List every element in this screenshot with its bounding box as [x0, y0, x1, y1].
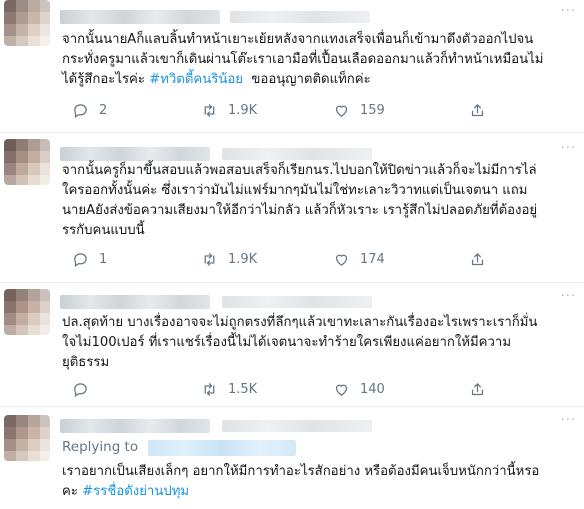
retweet-button[interactable]: 1.9K — [201, 249, 257, 269]
like-count: 174 — [360, 251, 385, 267]
heart-icon — [335, 105, 348, 117]
replying-to-handle-redacted[interactable] — [148, 440, 296, 456]
tweet-actions: 1 1.9K 174 — [60, 249, 560, 269]
reply-button[interactable]: 2 — [72, 100, 107, 120]
tweet[interactable]: ··· จากนั้นครูก็มาขึ้นสอบแล้วพอสอบเสร็จก… — [0, 133, 584, 283]
avatar[interactable] — [4, 289, 50, 335]
reply-count: 1 — [99, 251, 108, 267]
share-icon — [471, 252, 484, 265]
replying-to-label: Replying to — [62, 439, 139, 455]
author-name-redacted[interactable] — [60, 419, 210, 433]
like-count: 159 — [360, 102, 385, 118]
author-handle-redacted — [230, 11, 370, 23]
like-button[interactable]: 159 — [333, 100, 385, 120]
retweet-button[interactable]: 1.5K — [201, 379, 257, 399]
retweet-button[interactable]: 1.9K — [201, 100, 257, 120]
share-icon — [471, 103, 484, 116]
reply-button[interactable] — [72, 379, 99, 399]
avatar[interactable] — [4, 0, 50, 46]
author-handle-redacted — [222, 296, 372, 308]
reply-icon — [74, 103, 87, 118]
reply-icon — [74, 252, 87, 267]
tweet-text: เราอยากเป็นเสียงเล็กๆ อยากให้มีการทำอะไร… — [62, 462, 578, 502]
heart-icon — [335, 384, 348, 396]
avatar[interactable] — [4, 415, 50, 461]
share-icon — [471, 382, 484, 395]
hashtag-link[interactable]: #ทวิตตี้คนริน้อย — [149, 72, 243, 87]
share-button[interactable] — [469, 100, 486, 120]
more-dots-icon[interactable]: ··· — [561, 4, 576, 19]
author-handle-redacted — [222, 420, 372, 432]
retweet-icon — [204, 252, 215, 266]
share-button[interactable] — [469, 379, 486, 399]
retweet-count: 1.5K — [228, 381, 258, 397]
tweet-actions: 2 1.9K 159 — [60, 100, 560, 120]
tweet-actions: 1.5K 140 — [60, 379, 560, 399]
more-dots-icon[interactable]: ··· — [561, 141, 576, 156]
tweet-text: จากนั้นครูก็มาขึ้นสอบแล้วพอสอบเสร็จก็เรี… — [62, 161, 578, 241]
heart-icon — [335, 254, 348, 266]
tweet[interactable]: ··· จากนั้นนายAก็แลบลิ้นทำหน้าเยาะเย้ยหล… — [0, 0, 584, 133]
author-name-redacted[interactable] — [60, 10, 220, 24]
like-button[interactable]: 140 — [333, 379, 385, 399]
share-button[interactable] — [469, 249, 486, 269]
tweet-text-body: จากนั้นครูก็มาขึ้นสอบแล้วพอสอบเสร็จก็เรี… — [62, 163, 538, 238]
tweet[interactable]: ··· ปล.สุดท้าย บางเรื่องอาจจะไม่ถูกตรงที… — [0, 283, 584, 407]
reply-icon — [74, 382, 87, 397]
tweet-text-body: ปล.สุดท้าย บางเรื่องอาจจะไม่ถูกตรงที่ลึก… — [62, 315, 538, 370]
tweet-text: จากนั้นนายAก็แลบลิ้นทำหน้าเยาะเย้ยหลังจา… — [62, 30, 578, 90]
tweet[interactable]: ··· Replying to เราอยากเป็นเสียงเล็กๆ อย… — [0, 407, 584, 509]
retweet-count: 1.9K — [228, 251, 258, 267]
retweet-count: 1.9K — [228, 102, 258, 118]
author-name-redacted[interactable] — [60, 147, 210, 161]
retweet-icon — [204, 103, 215, 117]
tweet-text: ปล.สุดท้าย บางเรื่องอาจจะไม่ถูกตรงที่ลึก… — [62, 313, 578, 373]
tweet-feed: ··· จากนั้นนายAก็แลบลิ้นทำหน้าเยาะเย้ยหล… — [0, 0, 584, 509]
author-name-redacted[interactable] — [60, 295, 210, 309]
tweet-text-tail: ขออนุญาตติดแท็กค่ะ — [243, 72, 371, 87]
hashtag-link[interactable]: #รรชื่อดังย่านปทุม — [82, 484, 189, 499]
like-count: 140 — [360, 381, 385, 397]
retweet-icon — [204, 382, 215, 396]
avatar[interactable] — [4, 139, 50, 185]
more-dots-icon[interactable]: ··· — [561, 289, 576, 304]
more-dots-icon[interactable]: ··· — [561, 413, 576, 428]
like-button[interactable]: 174 — [333, 249, 385, 269]
author-handle-redacted — [222, 148, 372, 160]
reply-count: 2 — [99, 102, 108, 118]
reply-button[interactable]: 1 — [72, 249, 107, 269]
